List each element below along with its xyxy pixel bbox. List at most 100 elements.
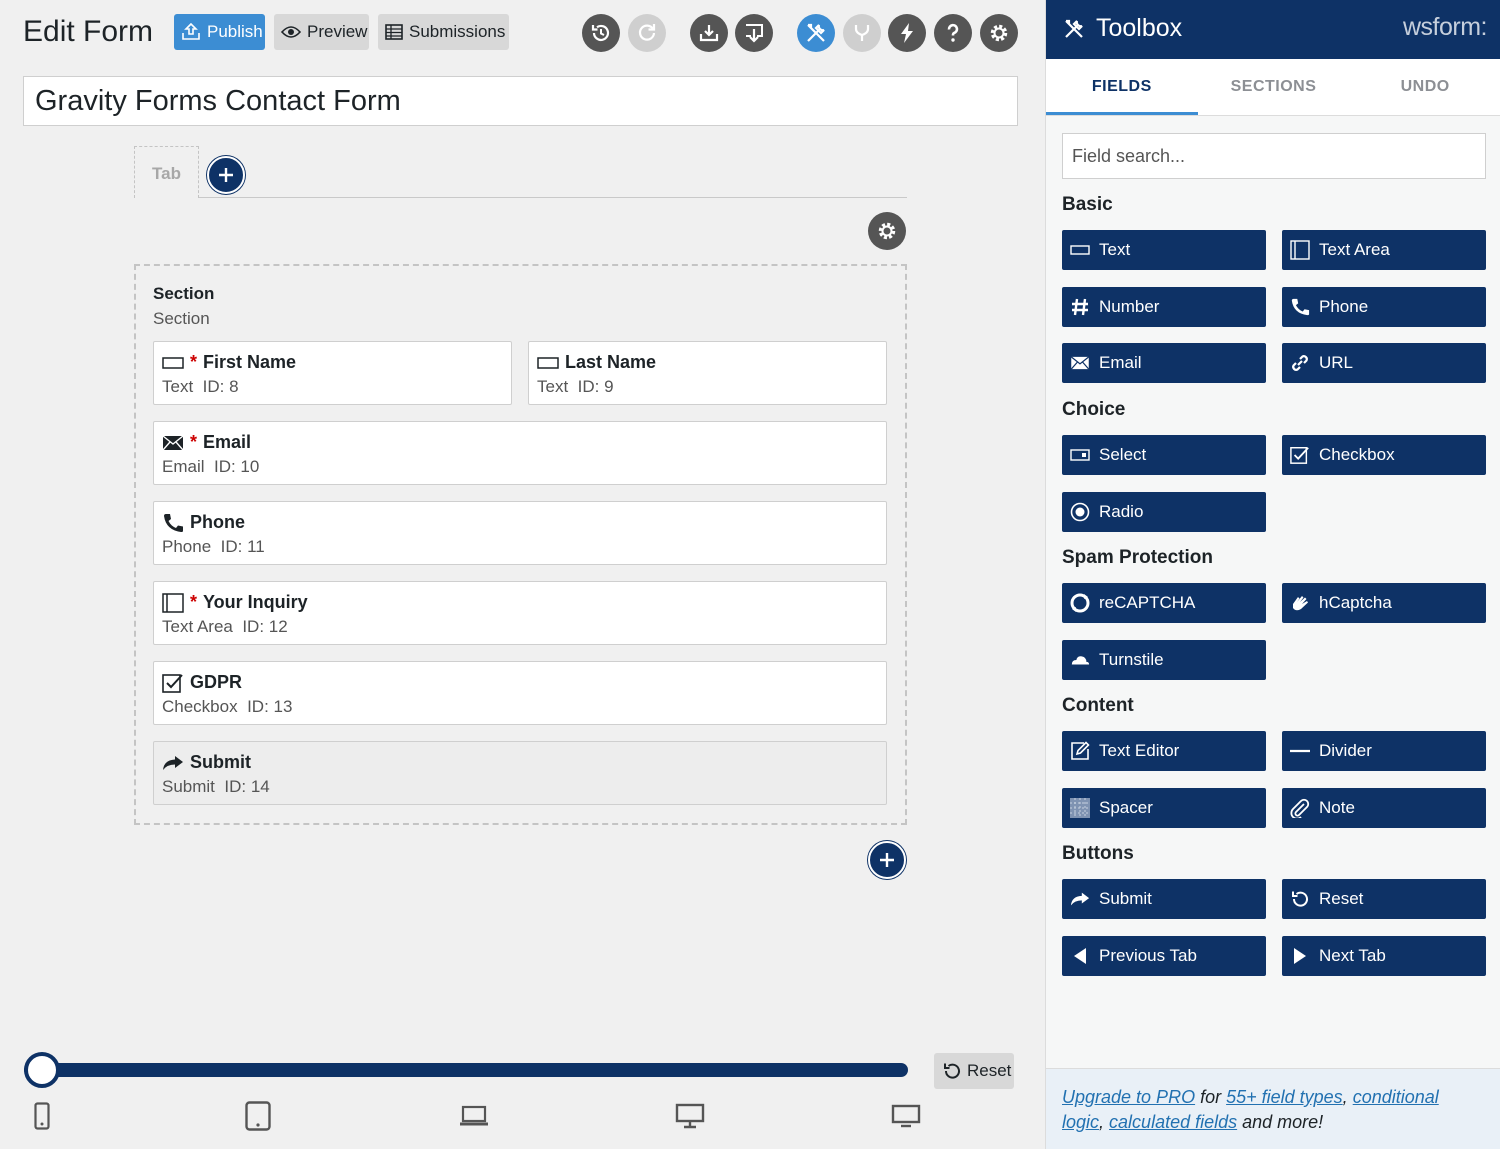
field-button-label: Text Editor bbox=[1099, 741, 1180, 760]
section-settings-button[interactable] bbox=[868, 212, 906, 250]
download-icon bbox=[746, 24, 763, 43]
tab-sections[interactable]: SECTIONS bbox=[1198, 59, 1350, 115]
gear-icon bbox=[878, 222, 896, 240]
laptop-icon bbox=[460, 1105, 488, 1126]
calculated-fields-link[interactable]: calculated fields bbox=[1109, 1112, 1237, 1132]
desktop-breakpoint[interactable] bbox=[673, 1100, 707, 1132]
submit-arrow-icon bbox=[1070, 892, 1090, 906]
field-label: Your Inquiry bbox=[203, 592, 308, 612]
field-your-inquiry[interactable]: * Your Inquiry Text Area ID: 12 bbox=[153, 581, 887, 645]
field-submit[interactable]: Submit Submit ID: 14 bbox=[153, 741, 887, 805]
add-section-button[interactable] bbox=[868, 841, 906, 879]
field-type: Text bbox=[537, 377, 569, 396]
actions-button[interactable] bbox=[888, 14, 926, 52]
upgrade-text: , bbox=[1099, 1112, 1110, 1132]
laptop-breakpoint[interactable] bbox=[457, 1100, 491, 1132]
field-button-reset[interactable]: Reset bbox=[1282, 879, 1486, 919]
field-type: Submit bbox=[162, 777, 215, 796]
download-button[interactable] bbox=[735, 14, 773, 52]
textarea-icon bbox=[162, 592, 184, 613]
field-button-phone[interactable]: Phone bbox=[1282, 287, 1486, 327]
publish-button[interactable]: Publish bbox=[174, 14, 265, 50]
reset-breakpoint-button[interactable]: Reset bbox=[934, 1053, 1014, 1089]
field-label: Phone bbox=[190, 512, 246, 532]
field-button-label: Checkbox bbox=[1319, 445, 1395, 464]
field-button-text[interactable]: Text bbox=[1062, 230, 1266, 270]
field-button-url[interactable]: URL bbox=[1282, 343, 1486, 383]
field-button-divider[interactable]: Divider bbox=[1282, 731, 1486, 771]
field-button-label: Spacer bbox=[1099, 798, 1153, 817]
submit-arrow-icon bbox=[163, 755, 183, 770]
upgrade-pro-link[interactable]: Upgrade to PRO bbox=[1062, 1087, 1195, 1107]
field-id: ID: 13 bbox=[247, 697, 293, 716]
field-button-text-editor[interactable]: Text Editor bbox=[1062, 731, 1266, 771]
field-button-hcaptcha[interactable]: hCaptcha bbox=[1282, 583, 1486, 623]
field-last-name[interactable]: Last Name Text ID: 9 bbox=[528, 341, 887, 405]
mobile-breakpoint[interactable] bbox=[25, 1100, 59, 1132]
phone-icon bbox=[164, 513, 183, 532]
field-label: Email bbox=[203, 432, 252, 452]
help-button[interactable] bbox=[934, 14, 972, 52]
field-button-spacer[interactable]: Spacer bbox=[1062, 788, 1266, 828]
form-editor: Edit Form Publish Preview Submissions Ta… bbox=[0, 0, 1045, 1149]
import-button[interactable] bbox=[690, 14, 728, 52]
branch-button[interactable] bbox=[843, 14, 881, 52]
breakpoint-slider[interactable] bbox=[24, 1063, 908, 1077]
plus-icon bbox=[880, 853, 894, 867]
text-field-icon bbox=[537, 356, 559, 369]
hcaptcha-hand-icon bbox=[1293, 596, 1308, 611]
reset-icon bbox=[944, 1063, 960, 1079]
field-search-input[interactable] bbox=[1062, 133, 1486, 179]
field-button-number[interactable]: Number bbox=[1062, 287, 1266, 327]
field-phone[interactable]: Phone Phone ID: 11 bbox=[153, 501, 887, 565]
field-button-submit[interactable]: Submit bbox=[1062, 879, 1266, 919]
submissions-button[interactable]: Submissions bbox=[378, 14, 509, 50]
field-button-turnstile[interactable]: Turnstile bbox=[1062, 640, 1266, 680]
publish-label: Publish bbox=[207, 22, 263, 41]
redo-button[interactable] bbox=[628, 14, 666, 52]
select-icon bbox=[1070, 449, 1090, 461]
history-button[interactable] bbox=[582, 14, 620, 52]
field-type: Phone bbox=[162, 537, 212, 556]
field-button-recaptcha[interactable]: reCAPTCHA bbox=[1062, 583, 1266, 623]
preview-button[interactable]: Preview bbox=[274, 14, 369, 50]
field-types-link[interactable]: 55+ field types bbox=[1226, 1087, 1343, 1107]
field-button-checkbox[interactable]: Checkbox bbox=[1282, 435, 1486, 475]
reset-icon bbox=[1292, 891, 1308, 907]
tab-divider bbox=[199, 197, 907, 198]
field-button-label: Text Area bbox=[1319, 240, 1390, 259]
field-button-radio[interactable]: Radio bbox=[1062, 492, 1266, 532]
field-button-label: Phone bbox=[1319, 297, 1369, 316]
field-button-next-tab[interactable]: Next Tab bbox=[1282, 936, 1486, 976]
field-button-text-area[interactable]: Text Area bbox=[1282, 230, 1486, 270]
field-button-select[interactable]: Select bbox=[1062, 435, 1266, 475]
tab-fields[interactable]: FIELDS bbox=[1046, 59, 1198, 115]
help-icon bbox=[947, 23, 959, 42]
field-button-label: reCAPTCHA bbox=[1099, 593, 1196, 612]
tab-label[interactable]: Tab bbox=[134, 146, 199, 198]
field-first-name[interactable]: * First Name Text ID: 8 bbox=[153, 341, 512, 405]
bolt-icon bbox=[901, 23, 913, 43]
import-icon bbox=[699, 25, 719, 42]
field-email[interactable]: * Email Email ID: 10 bbox=[153, 421, 887, 485]
gear-icon bbox=[990, 24, 1008, 42]
field-gdpr[interactable]: GDPR Checkbox ID: 13 bbox=[153, 661, 887, 725]
field-id: ID: 10 bbox=[213, 457, 260, 476]
tab-undo[interactable]: UNDO bbox=[1349, 59, 1500, 115]
field-button-note[interactable]: Note bbox=[1282, 788, 1486, 828]
add-tab-button[interactable] bbox=[207, 156, 245, 194]
large-desktop-breakpoint[interactable] bbox=[889, 1100, 923, 1132]
field-button-label: Email bbox=[1099, 353, 1142, 372]
field-button-email[interactable]: Email bbox=[1062, 343, 1266, 383]
tools-button[interactable] bbox=[797, 14, 835, 52]
hash-icon bbox=[1072, 298, 1088, 316]
tablet-breakpoint[interactable] bbox=[241, 1100, 275, 1132]
settings-button[interactable] bbox=[980, 14, 1018, 52]
field-label: Submit bbox=[190, 752, 251, 772]
phone-icon bbox=[1291, 298, 1310, 316]
field-button-previous-tab[interactable]: Previous Tab bbox=[1062, 936, 1266, 976]
toolbox-title: Toolbox bbox=[1096, 14, 1183, 42]
form-name-input[interactable] bbox=[23, 76, 1018, 126]
field-button-label: Submit bbox=[1099, 889, 1152, 908]
breakpoint-slider-handle[interactable] bbox=[24, 1052, 60, 1088]
